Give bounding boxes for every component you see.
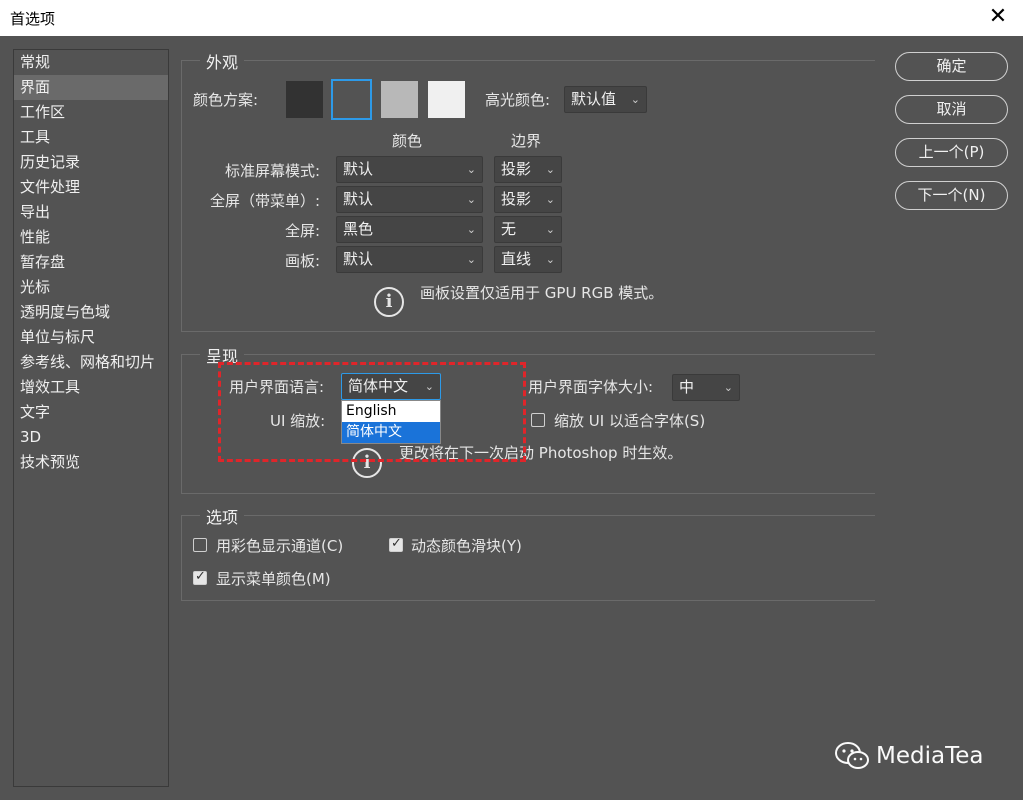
ui-language-value: 简体中文 (348, 377, 409, 395)
chevron-down-icon: ⌄ (545, 253, 555, 266)
column-border-header: 边界 (511, 132, 542, 150)
color-channels-checkbox[interactable] (193, 538, 207, 552)
sidebar-item-cursors[interactable]: 光标 (14, 275, 168, 300)
ui-language-label: 用户界面语言: (229, 378, 325, 396)
full-screen-color-select[interactable]: 黑色 ⌄ (336, 216, 483, 243)
standard-screen-color-select[interactable]: 默认 ⌄ (336, 156, 483, 183)
info-icon: i (352, 448, 382, 478)
sidebar-item-plugins[interactable]: 增效工具 (14, 375, 168, 400)
window-title: 首选项 (10, 10, 56, 28)
swatch-light[interactable] (381, 81, 418, 118)
previous-button[interactable]: 上一个(P) (895, 138, 1008, 167)
sidebar-item-type[interactable]: 文字 (14, 400, 168, 425)
highlight-color-value: 默认值 (571, 90, 617, 108)
ui-font-size-select[interactable]: 中 ⌄ (672, 374, 740, 401)
select-value: 无 (501, 220, 517, 238)
chevron-down-icon: ⌄ (545, 193, 555, 206)
sidebar-item-3d[interactable]: 3D (14, 425, 168, 450)
chevron-down-icon: ⌄ (466, 163, 476, 176)
sidebar-item-interface[interactable]: 界面 (14, 75, 168, 100)
full-screen-label: 全屏: (284, 222, 320, 240)
chevron-down-icon: ⌄ (545, 163, 555, 176)
menu-colors-checkbox[interactable] (193, 569, 207, 585)
next-button[interactable]: 下一个(N) (895, 181, 1008, 210)
select-value: 投影 (501, 190, 532, 208)
full-screen-menu-border-select[interactable]: 投影 ⌄ (494, 186, 562, 213)
sidebar-item-performance[interactable]: 性能 (14, 225, 168, 250)
dynamic-sliders-label[interactable]: 动态颜色滑块(Y) (411, 535, 522, 556)
sidebar: 常规 界面 工作区 工具 历史记录 文件处理 导出 性能 暂存盘 光标 透明度与… (13, 49, 169, 787)
artboard-color-select[interactable]: 默认 ⌄ (336, 246, 483, 273)
sidebar-item-transparency[interactable]: 透明度与色域 (14, 300, 168, 325)
sidebar-item-workspace[interactable]: 工作区 (14, 100, 168, 125)
chevron-down-icon: ⌄ (723, 381, 733, 394)
ui-font-size-label: 用户界面字体大小: (528, 378, 654, 396)
artboard-border-select[interactable]: 直线 ⌄ (494, 246, 562, 273)
sidebar-item-general[interactable]: 常规 (14, 50, 168, 75)
sidebar-item-tools[interactable]: 工具 (14, 125, 168, 150)
info-icon: i (374, 287, 404, 317)
dynamic-sliders-checkbox[interactable] (389, 536, 403, 552)
appearance-title: 外观 (200, 49, 245, 73)
restart-note: 更改将在下一次启动 Photoshop 时生效。 (399, 444, 683, 462)
color-scheme-label: 颜色方案: (193, 91, 259, 109)
presentation-title: 呈现 (200, 343, 245, 367)
swatch-lightest[interactable] (428, 81, 465, 118)
ui-language-select[interactable]: 简体中文 ⌄ (341, 373, 441, 400)
ok-button[interactable]: 确定 (895, 52, 1008, 81)
select-value: 投影 (501, 160, 532, 178)
chevron-down-icon: ⌄ (466, 193, 476, 206)
ui-language-dropdown-list: English 简体中文 (341, 400, 441, 444)
chevron-down-icon: ⌄ (466, 223, 476, 236)
wechat-icon (835, 742, 869, 769)
full-screen-menu-color-select[interactable]: 默认 ⌄ (336, 186, 483, 213)
option-english[interactable]: English (342, 401, 440, 422)
highlight-color-select[interactable]: 默认值 ⌄ (564, 86, 647, 113)
chevron-down-icon: ⌄ (466, 253, 476, 266)
artboard-label: 画板: (284, 252, 320, 270)
swatch-darkest[interactable] (286, 81, 323, 118)
scale-to-font-label[interactable]: 缩放 UI 以适合字体(S) (554, 410, 705, 431)
full-screen-border-select[interactable]: 无 ⌄ (494, 216, 562, 243)
sidebar-item-guides-grid[interactable]: 参考线、网格和切片 (14, 350, 168, 375)
full-screen-menu-label: 全屏（带菜单）: (209, 192, 320, 210)
sidebar-item-scratch-disks[interactable]: 暂存盘 (14, 250, 168, 275)
column-color-header: 颜色 (392, 132, 423, 150)
highlight-color-label: 高光颜色: (485, 91, 551, 109)
chevron-down-icon: ⌄ (545, 223, 555, 236)
select-value: 黑色 (343, 220, 374, 238)
ui-font-size-value: 中 (679, 378, 695, 396)
chevron-down-icon: ⌄ (424, 380, 434, 393)
menu-colors-label[interactable]: 显示菜单颜色(M) (216, 568, 331, 589)
standard-screen-border-select[interactable]: 投影 ⌄ (494, 156, 562, 183)
close-icon[interactable]: ✕ (987, 6, 1009, 28)
sidebar-item-export[interactable]: 导出 (14, 200, 168, 225)
select-value: 直线 (501, 250, 532, 268)
select-value: 默认 (343, 190, 374, 208)
sidebar-item-history[interactable]: 历史记录 (14, 150, 168, 175)
artboard-note: 画板设置仅适用于 GPU RGB 模式。 (420, 284, 664, 302)
select-value: 默认 (343, 160, 374, 178)
select-value: 默认 (343, 250, 374, 268)
swatch-dark[interactable] (331, 79, 372, 120)
scale-to-font-checkbox[interactable] (531, 413, 545, 427)
watermark: MediaTea (834, 738, 983, 774)
ui-scale-label: UI 缩放: (270, 412, 326, 430)
title-bar: 首选项 ✕ (0, 0, 1023, 36)
option-simplified-chinese[interactable]: 简体中文 (342, 422, 440, 443)
sidebar-item-tech-preview[interactable]: 技术预览 (14, 450, 168, 475)
cancel-button[interactable]: 取消 (895, 95, 1008, 124)
chevron-down-icon: ⌄ (630, 93, 640, 106)
sidebar-item-units-rulers[interactable]: 单位与标尺 (14, 325, 168, 350)
standard-screen-mode-label: 标准屏幕模式: (224, 162, 320, 180)
options-title: 选项 (200, 504, 245, 528)
watermark-text: MediaTea (876, 743, 984, 769)
sidebar-item-file-handling[interactable]: 文件处理 (14, 175, 168, 200)
color-channels-label[interactable]: 用彩色显示通道(C) (216, 535, 343, 556)
